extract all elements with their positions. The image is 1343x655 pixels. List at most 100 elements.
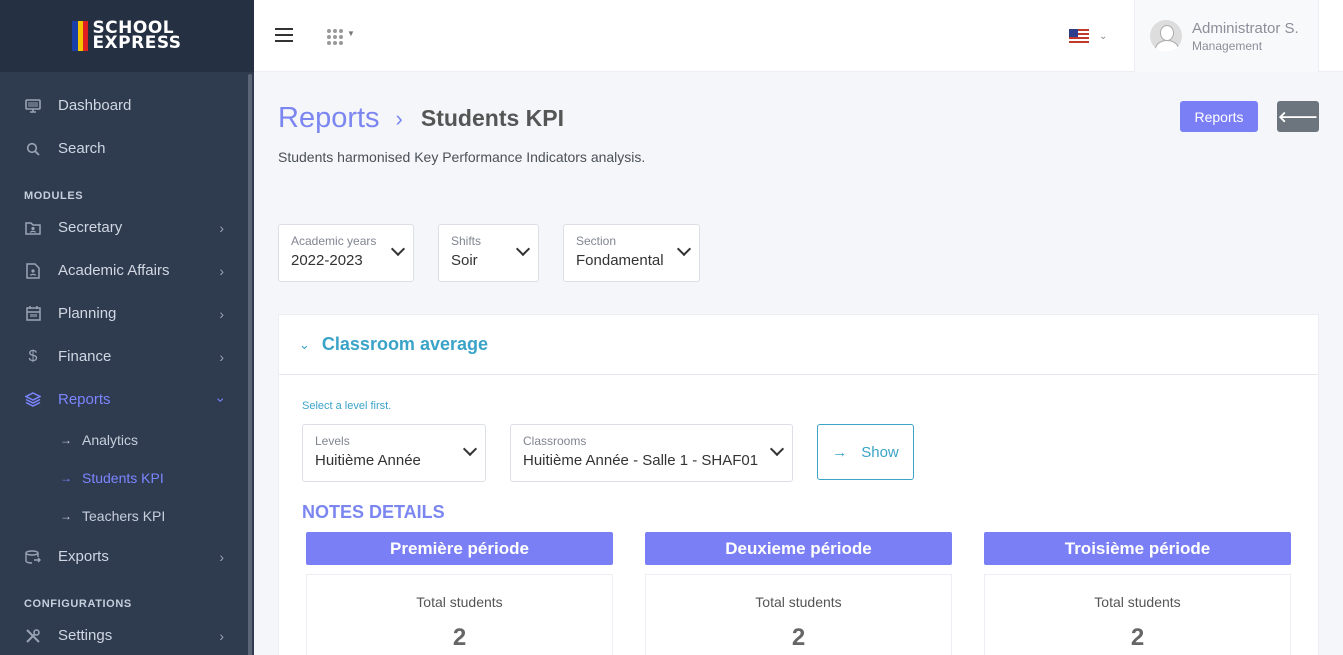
- period-stat: Total students 2: [984, 574, 1291, 655]
- stat-value: 2: [452, 624, 467, 651]
- school-express-logo: SCHOOL EXPRESS: [72, 20, 181, 52]
- chevron-right-icon: ›: [219, 548, 224, 565]
- select-value: Soir: [451, 252, 478, 269]
- search-icon: [24, 140, 42, 158]
- sidebar-item-exports[interactable]: Exports ›: [0, 535, 254, 578]
- classrooms-select[interactable]: Classrooms Huitième Année - Salle 1 - SH…: [510, 424, 793, 482]
- academic-years-select[interactable]: Academic years 2022-2023: [278, 224, 414, 282]
- classroom-average-card: ⌄ Classroom average Select a level first…: [278, 314, 1319, 655]
- chevron-right-icon: ›: [395, 105, 403, 131]
- chevron-down-icon: ⌄: [299, 336, 310, 352]
- layers-icon: [24, 391, 42, 409]
- select-value: Huitième Année - Salle 1 - SHAF01: [523, 452, 759, 469]
- stat-label: Total students: [416, 594, 503, 610]
- sidebar-item-dashboard[interactable]: Dashboard: [0, 84, 254, 127]
- tools-icon: [24, 627, 42, 645]
- document-user-icon: [24, 262, 42, 280]
- period-title: Deuxieme période: [645, 532, 952, 565]
- period-stat: Total students 2: [645, 574, 952, 655]
- sidebar-item-label: Reports: [58, 391, 111, 408]
- sidebar-item-label: Finance: [58, 348, 112, 365]
- level-hint: Select a level first.: [302, 400, 392, 412]
- sidebar-item-label: Exports: [58, 548, 109, 565]
- brand[interactable]: SCHOOL EXPRESS: [0, 0, 254, 72]
- sidebar-item-settings[interactable]: Settings ›: [0, 614, 254, 655]
- select-value: 2022-2023: [291, 252, 363, 269]
- language-selector[interactable]: ⌄: [1069, 29, 1107, 44]
- sidebar-subitem-teachers-kpi[interactable]: → Teachers KPI: [0, 497, 254, 535]
- period-card-2: Deuxieme période Total students 2: [645, 532, 952, 655]
- classroom-average-toggle[interactable]: ⌄ Classroom average: [279, 315, 1318, 375]
- sidebar-item-academic-affairs[interactable]: Academic Affairs ›: [0, 249, 254, 292]
- logo-flag-icon: [72, 21, 89, 51]
- sidebar-subitem-students-kpi[interactable]: → Students KPI: [0, 459, 254, 497]
- back-button[interactable]: 🡐: [1277, 101, 1319, 132]
- page-title: Students KPI: [420, 105, 564, 131]
- configurations-section-title: CONFIGURATIONS: [24, 598, 132, 610]
- dollar-icon: $: [28, 347, 38, 365]
- folder-user-icon: [24, 219, 42, 237]
- period-title: Première période: [306, 532, 613, 565]
- select-label: Levels: [315, 434, 350, 448]
- period-card-3: Troisième période Total students 2: [984, 532, 1291, 655]
- select-label: Section: [576, 234, 617, 248]
- period-card-1: Première période Total students 2: [306, 532, 613, 655]
- stat-label: Total students: [1094, 594, 1181, 610]
- stat-value: 2: [791, 624, 806, 651]
- sidebar: SCHOOL EXPRESS Dashboard Search MODULES …: [0, 0, 254, 655]
- breadcrumb: Reports › Students KPI: [278, 102, 564, 135]
- reports-button[interactable]: Reports: [1180, 101, 1258, 132]
- menu-toggle-icon[interactable]: [275, 28, 293, 42]
- period-title: Troisième période: [984, 532, 1291, 565]
- arrow-left-icon: 🡐: [1277, 109, 1319, 126]
- stat-label: Total students: [755, 594, 842, 610]
- sidebar-subitem-label: Analytics: [82, 432, 139, 448]
- calendar-icon: [24, 305, 42, 323]
- apps-menu[interactable]: ▼: [327, 29, 355, 45]
- card-title: Classroom average: [321, 334, 488, 354]
- period-stat: Total students 2: [306, 574, 613, 655]
- page-description: Students harmonised Key Performance Indi…: [278, 149, 646, 165]
- arrow-right-icon: →: [60, 471, 72, 485]
- sidebar-item-reports[interactable]: Reports ›: [0, 378, 254, 421]
- sidebar-item-planning[interactable]: Planning ›: [0, 292, 254, 335]
- user-menu[interactable]: Administrator S. Management: [1134, 0, 1319, 72]
- sidebar-nav: Dashboard Search MODULES Secretary › Aca…: [0, 72, 254, 655]
- notes-details-title: NOTES DETAILS: [302, 502, 445, 522]
- sidebar-item-label: Search: [58, 140, 106, 157]
- sidebar-item-label: Academic Affairs: [58, 262, 170, 279]
- main-content: Reports › Students KPI Students harmonis…: [254, 72, 1343, 655]
- avatar: [1150, 20, 1182, 52]
- select-label: Shifts: [451, 234, 482, 248]
- sidebar-item-label: Secretary: [58, 219, 123, 236]
- chevron-right-icon: ›: [219, 305, 224, 322]
- shifts-select[interactable]: Shifts Soir: [438, 224, 539, 282]
- section-select[interactable]: Section Fondamental: [563, 224, 700, 282]
- select-label: Academic years: [291, 234, 377, 248]
- sidebar-scrollbar[interactable]: [248, 74, 252, 655]
- sidebar-item-search[interactable]: Search: [0, 127, 254, 170]
- modules-section-title: MODULES: [24, 190, 84, 202]
- sidebar-subitem-label: Teachers KPI: [82, 508, 166, 524]
- topbar: ▼ ⌄ Administrator S. Management: [254, 0, 1343, 72]
- select-value: Huitième Année: [315, 452, 421, 469]
- sidebar-item-secretary[interactable]: Secretary ›: [0, 206, 254, 249]
- apps-grid-icon: [327, 29, 343, 45]
- chevron-right-icon: ›: [219, 219, 224, 236]
- show-button[interactable]: → Show: [817, 424, 914, 480]
- chevron-down-icon: ›: [213, 397, 230, 402]
- stat-value: 2: [1130, 624, 1145, 651]
- sidebar-subitem-analytics[interactable]: → Analytics: [0, 421, 254, 459]
- caret-down-icon: ▼: [347, 28, 355, 38]
- levels-select[interactable]: Levels Huitième Année: [302, 424, 486, 482]
- chevron-right-icon: ›: [219, 627, 224, 644]
- sidebar-item-label: Dashboard: [58, 97, 132, 114]
- chevron-down-icon: ⌄: [1099, 31, 1108, 42]
- sidebar-item-finance[interactable]: $ Finance ›: [0, 335, 254, 378]
- us-flag-icon: [1069, 29, 1089, 44]
- chevron-right-icon: ›: [219, 262, 224, 279]
- monitor-icon: [24, 97, 42, 115]
- arrow-right-icon: →: [60, 509, 72, 523]
- select-label: Classrooms: [523, 434, 587, 448]
- breadcrumb-reports-link[interactable]: Reports: [278, 102, 380, 135]
